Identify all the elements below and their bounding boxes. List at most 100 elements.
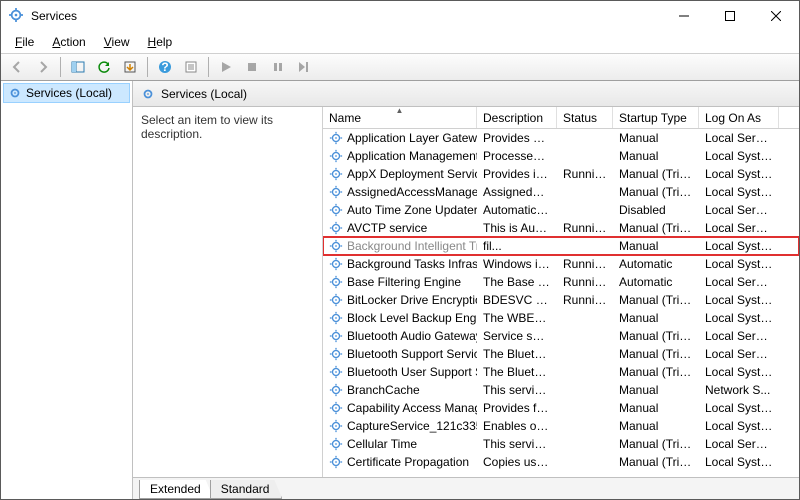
main-header-title: Services (Local): [161, 87, 247, 101]
service-startup-type: Manual (Trig...: [613, 167, 699, 181]
service-rows[interactable]: Application Layer Gateway ...Provides su…: [323, 129, 799, 477]
tab-standard[interactable]: Standard: [210, 480, 283, 499]
service-row[interactable]: BranchCacheThis service ...ManualNetwork…: [323, 381, 799, 399]
service-row[interactable]: AppX Deployment Service (...Provides inf…: [323, 165, 799, 183]
service-startup-type: Manual: [613, 239, 699, 253]
col-startup-type[interactable]: Startup Type: [613, 107, 699, 128]
refresh-button[interactable]: [92, 56, 116, 78]
service-logon-as: Local Service: [699, 131, 779, 145]
service-startup-type: Automatic: [613, 257, 699, 271]
service-row[interactable]: Application ManagementProcesses in...Man…: [323, 147, 799, 165]
service-startup-type: Disabled: [613, 203, 699, 217]
gear-icon: [8, 86, 22, 100]
titlebar[interactable]: Services: [1, 1, 799, 31]
service-logon-as: Local Service: [699, 437, 779, 451]
service-startup-type: Manual (Trig...: [613, 437, 699, 451]
tree-item-label: Services (Local): [26, 86, 112, 100]
service-logon-as: Local Service: [699, 203, 779, 217]
list-pane: Name▲ Description Status Startup Type Lo…: [323, 107, 799, 477]
window-controls: [661, 1, 799, 31]
col-log-on-as[interactable]: Log On As: [699, 107, 779, 128]
gear-icon: [329, 167, 343, 181]
col-name[interactable]: Name▲: [323, 107, 477, 128]
service-row[interactable]: CaptureService_121c3357Enables opti...Ma…: [323, 417, 799, 435]
service-name: AppX Deployment Service (...: [347, 167, 477, 181]
service-row[interactable]: Base Filtering EngineThe Base Fil...Runn…: [323, 273, 799, 291]
service-name: BranchCache: [347, 383, 420, 397]
service-logon-as: Local Syste...: [699, 185, 779, 199]
menu-view[interactable]: View: [96, 33, 138, 51]
service-row[interactable]: Background Tasks Infrastruc...Windows in…: [323, 255, 799, 273]
export-button[interactable]: [118, 56, 142, 78]
service-row[interactable]: AssignedAccessManager Se...AssignedAc...…: [323, 183, 799, 201]
split-pane: Select an item to view its description. …: [133, 107, 799, 477]
service-startup-type: Manual (Trig...: [613, 221, 699, 235]
maximize-button[interactable]: [707, 1, 753, 31]
service-row[interactable]: AVCTP serviceThis is Audi...RunningManua…: [323, 219, 799, 237]
main-header: Services (Local): [133, 81, 799, 107]
description-pane: Select an item to view its description.: [133, 107, 323, 477]
menu-action[interactable]: Action: [44, 33, 93, 51]
service-name: Base Filtering Engine: [347, 275, 461, 289]
menu-file[interactable]: File: [7, 33, 42, 51]
service-row[interactable]: Bluetooth Support ServiceThe Bluetoo...M…: [323, 345, 799, 363]
service-startup-type: Manual (Trig...: [613, 347, 699, 361]
gear-icon: [329, 239, 343, 253]
tree-item-services-local[interactable]: Services (Local): [3, 83, 130, 103]
start-service-button[interactable]: [214, 56, 238, 78]
service-row[interactable]: Certificate PropagationCopies user ...Ma…: [323, 453, 799, 471]
tree-pane[interactable]: Services (Local): [1, 81, 133, 499]
service-description: Provides inf...: [477, 167, 557, 181]
properties-button[interactable]: [179, 56, 203, 78]
service-name: Application Management: [347, 149, 477, 163]
service-description: The WBENG...: [477, 311, 557, 325]
service-row[interactable]: BitLocker Drive Encryption ...BDESVC hos…: [323, 291, 799, 309]
app-icon: [9, 8, 25, 24]
service-name: AssignedAccessManager Se...: [347, 185, 477, 199]
service-name: Block Level Backup Engine ...: [347, 311, 477, 325]
services-window: Services File Action View Help ? S: [0, 0, 800, 500]
service-logon-as: Local Syste...: [699, 311, 779, 325]
service-startup-type: Manual (Trig...: [613, 329, 699, 343]
pause-service-button[interactable]: [266, 56, 290, 78]
back-button[interactable]: [5, 56, 29, 78]
service-description: The Base Fil...: [477, 275, 557, 289]
restart-service-button[interactable]: [292, 56, 316, 78]
service-startup-type: Automatic: [613, 275, 699, 289]
col-status[interactable]: Status: [557, 107, 613, 128]
stop-service-button[interactable]: [240, 56, 264, 78]
service-logon-as: Local Service: [699, 329, 779, 343]
service-startup-type: Manual: [613, 401, 699, 415]
service-logon-as: Local Syste...: [699, 257, 779, 271]
gear-icon: [329, 203, 343, 217]
service-row[interactable]: Background Intelligent Transfer Servicef…: [323, 237, 799, 255]
gear-icon: [329, 401, 343, 415]
tab-extended[interactable]: Extended: [139, 480, 214, 499]
service-row[interactable]: Cellular TimeThis service ...Manual (Tri…: [323, 435, 799, 453]
service-row[interactable]: Application Layer Gateway ...Provides su…: [323, 129, 799, 147]
help-button[interactable]: ?: [153, 56, 177, 78]
service-logon-as: Local Syste...: [699, 293, 779, 307]
service-row[interactable]: Bluetooth User Support Ser...The Bluetoo…: [323, 363, 799, 381]
service-logon-as: Local Syste...: [699, 149, 779, 163]
service-startup-type: Manual: [613, 383, 699, 397]
service-row[interactable]: Capability Access Manager ...Provides fa…: [323, 399, 799, 417]
forward-button[interactable]: [31, 56, 55, 78]
gear-icon: [329, 383, 343, 397]
service-row[interactable]: Block Level Backup Engine ...The WBENG..…: [323, 309, 799, 327]
service-description: Automatica...: [477, 203, 557, 217]
service-description: This service ...: [477, 437, 557, 451]
service-description: Service sup...: [477, 329, 557, 343]
menu-help[interactable]: Help: [140, 33, 181, 51]
close-button[interactable]: [753, 1, 799, 31]
service-row[interactable]: Bluetooth Audio Gateway S...Service sup.…: [323, 327, 799, 345]
service-startup-type: Manual: [613, 311, 699, 325]
gear-icon: [329, 275, 343, 289]
show-hide-tree-button[interactable]: [66, 56, 90, 78]
service-logon-as: Local Syste...: [699, 419, 779, 433]
service-row[interactable]: Auto Time Zone UpdaterAutomatica...Disab…: [323, 201, 799, 219]
minimize-button[interactable]: [661, 1, 707, 31]
col-description[interactable]: Description: [477, 107, 557, 128]
service-description: AssignedAc...: [477, 185, 557, 199]
service-name: Background Intelligent Transfer Service: [347, 239, 477, 253]
